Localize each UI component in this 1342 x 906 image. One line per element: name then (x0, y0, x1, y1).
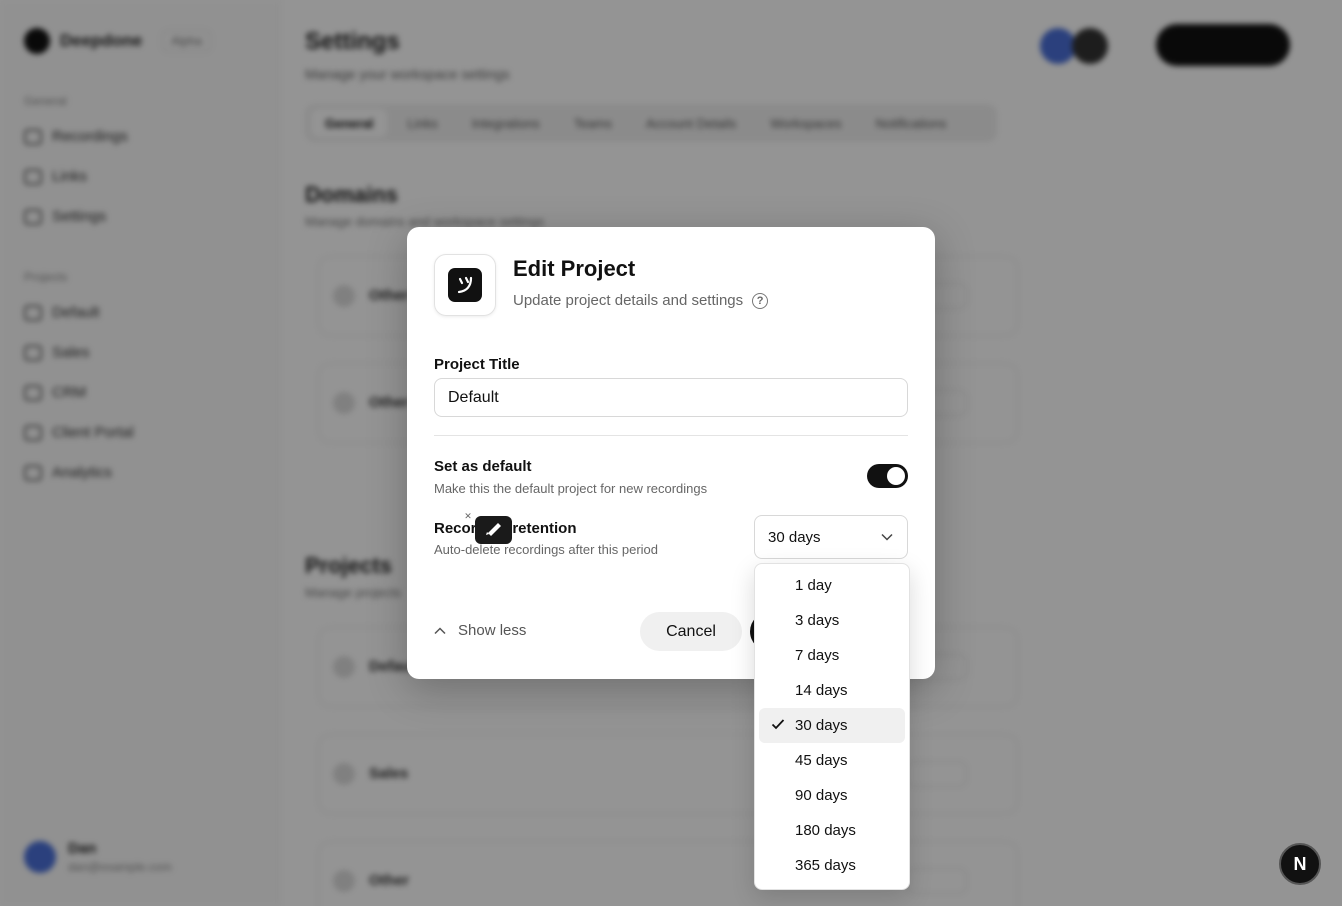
option-label: 30 days (795, 717, 848, 734)
chevron-down-icon (881, 530, 893, 544)
option-label: 90 days (795, 787, 848, 804)
dropdown-option[interactable]: 1 day (759, 568, 905, 603)
retention-select-value: 30 days (768, 528, 821, 546)
pen-icon (484, 519, 504, 542)
check-icon (771, 717, 785, 734)
retention-description: Auto-delete recordings after this period (434, 542, 659, 557)
dialog-title: Edit Project (513, 256, 636, 281)
annotation-pen-tool[interactable] (475, 516, 512, 544)
option-label: 14 days (795, 682, 848, 699)
option-label: 7 days (795, 647, 840, 664)
help-icon[interactable]: ? (752, 292, 769, 309)
option-label: 45 days (795, 752, 848, 769)
dropdown-option[interactable]: 180 days (759, 813, 905, 848)
chevron-up-icon (434, 622, 446, 639)
dropdown-option[interactable]: 3 days (759, 603, 905, 638)
dropdown-option[interactable]: 90 days (759, 778, 905, 813)
dialog-subtitle-text: Update project details and settings (513, 292, 744, 309)
dialog-subtitle: Update project details and settings ? (513, 292, 769, 309)
nextjs-dev-badge[interactable]: N (1279, 843, 1321, 885)
project-icon-frame (434, 254, 496, 316)
project-title-input[interactable] (434, 378, 908, 417)
close-icon[interactable]: ✕ (462, 510, 474, 522)
dropdown-option-selected[interactable]: 30 days (759, 708, 905, 743)
option-label: 1 day (795, 577, 832, 594)
retention-dropdown: 1 day 3 days 7 days 14 days 30 days 45 d… (754, 563, 910, 890)
show-less-button[interactable]: Show less (434, 622, 526, 639)
dropdown-option[interactable]: 14 days (759, 673, 905, 708)
option-label: 180 days (795, 822, 856, 839)
option-label: 3 days (795, 612, 840, 629)
set-default-title: Set as default (434, 458, 532, 475)
dropdown-option[interactable]: 365 days (759, 848, 905, 883)
dropdown-option[interactable]: 45 days (759, 743, 905, 778)
retention-select[interactable]: 30 days (754, 515, 908, 559)
set-default-toggle[interactable] (867, 464, 908, 488)
option-label: 365 days (795, 857, 856, 874)
dropdown-option[interactable]: 7 days (759, 638, 905, 673)
cancel-button[interactable]: Cancel (640, 612, 742, 651)
toggle-knob (887, 467, 905, 485)
show-less-label: Show less (458, 622, 527, 639)
set-default-description: Make this the default project for new re… (434, 481, 708, 496)
project-logo-icon (448, 268, 482, 302)
project-title-label: Project Title (434, 356, 520, 373)
divider (434, 435, 908, 436)
